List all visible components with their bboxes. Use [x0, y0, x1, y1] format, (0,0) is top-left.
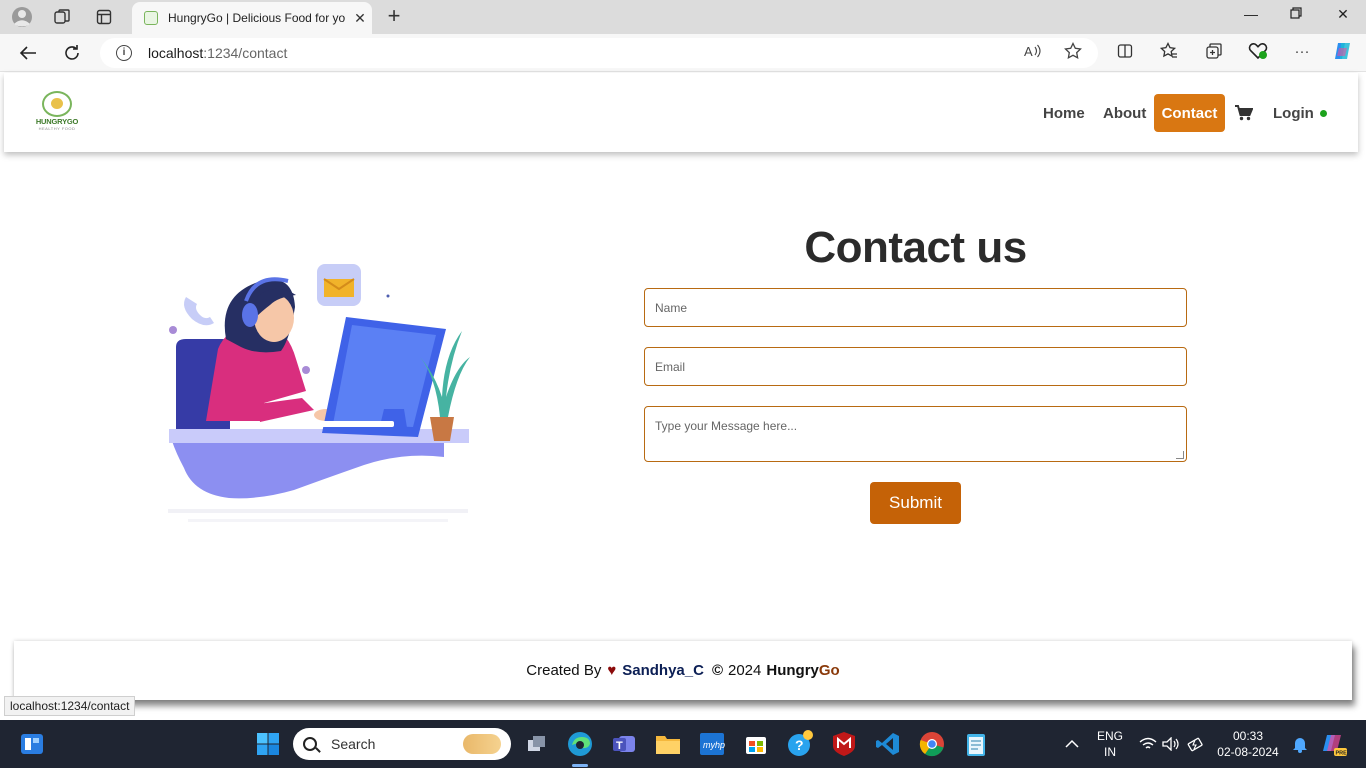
back-icon[interactable] — [16, 41, 40, 65]
svg-text:PRE: PRE — [1336, 751, 1348, 757]
copilot-preview-icon[interactable]: PRE — [1320, 730, 1348, 758]
nav-login-label: Login — [1273, 104, 1314, 122]
copilot-icon[interactable] — [1331, 39, 1355, 63]
split-screen-icon[interactable] — [1113, 39, 1137, 63]
site-header: HUNGRYGO HEALTHY FOOD Home About Contact… — [4, 73, 1358, 152]
svg-text:A: A — [1024, 44, 1033, 59]
message-textarea[interactable]: Type your Message here... — [644, 406, 1187, 462]
footer-brand-hungry: Hungry — [766, 662, 819, 679]
svg-text:?: ? — [795, 737, 804, 753]
read-aloud-icon[interactable]: A — [1021, 39, 1045, 63]
clock-date: 02-08-2024 — [1217, 745, 1279, 759]
favorite-star-icon[interactable] — [1061, 39, 1085, 63]
collections-icon[interactable] — [1202, 39, 1226, 63]
profile-icon[interactable] — [10, 5, 34, 29]
task-view-icon[interactable] — [523, 730, 551, 758]
nav-home[interactable]: Home — [1043, 94, 1085, 132]
favorites-icon[interactable] — [1157, 39, 1181, 63]
web-page: HUNGRYGO HEALTHY FOOD Home About Contact… — [0, 73, 1366, 718]
teams-icon[interactable]: T — [610, 730, 638, 758]
minimize-icon[interactable]: — — [1240, 6, 1262, 28]
file-explorer-icon[interactable] — [654, 730, 682, 758]
browser-toolbar: i localhost:1234/contact A ··· — [0, 34, 1366, 72]
nav-contact[interactable]: Contact — [1154, 94, 1225, 132]
tab-favicon-icon — [144, 11, 158, 25]
logo-text: HUNGRYGO — [35, 117, 79, 126]
customer-support-illustration — [168, 264, 470, 522]
browser-essentials-icon[interactable] — [1246, 39, 1270, 63]
footer-brand-go: Go — [818, 662, 840, 679]
logo-tagline: HEALTHY FOOD — [38, 126, 76, 131]
close-tab-icon[interactable]: ✕ — [348, 10, 372, 27]
submit-button[interactable]: Submit — [870, 482, 961, 524]
login-status-dot — [1319, 109, 1327, 117]
search-icon — [303, 737, 317, 751]
browser-tab-active[interactable]: HungryGo | Delicious Food for yo ✕ — [132, 2, 372, 34]
name-input[interactable]: Name — [644, 288, 1187, 327]
url-host: localhost — [148, 45, 204, 61]
lang-line2: IN — [1104, 745, 1116, 759]
footer-brand: HungryGo — [766, 662, 839, 679]
vertical-tabs-icon[interactable] — [92, 5, 116, 29]
nav-login[interactable]: Login — [1273, 94, 1327, 132]
search-placeholder: Search — [331, 736, 376, 752]
cart-icon[interactable] — [1235, 94, 1253, 132]
myhp-icon[interactable]: myhp — [698, 730, 726, 758]
logo-plate-icon — [42, 91, 72, 117]
heart-icon: ♥ — [607, 662, 617, 679]
tab-title: HungryGo | Delicious Food for yo — [168, 11, 346, 25]
lang-line1: ENG — [1096, 729, 1123, 743]
browser-tab-bar: HungryGo | Delicious Food for yo ✕ + — ✕ — [0, 0, 1366, 34]
nav-about[interactable]: About — [1103, 94, 1146, 132]
chrome-icon[interactable] — [918, 730, 946, 758]
workspaces-icon[interactable] — [50, 5, 74, 29]
resize-handle-icon[interactable] — [1176, 451, 1184, 459]
notepad-icon[interactable] — [962, 730, 990, 758]
close-window-icon[interactable]: ✕ — [1332, 6, 1354, 28]
copyright-icon: © — [711, 662, 723, 679]
svg-text:T: T — [616, 740, 623, 752]
edge-taskbar-icon[interactable] — [566, 730, 594, 758]
site-footer: Created By ♥ Sandhya_C © 2024 HungryGo — [14, 641, 1352, 700]
status-bar-url: localhost:1234/contact — [4, 696, 136, 716]
help-icon[interactable]: ? — [786, 730, 814, 758]
new-tab-icon[interactable]: + — [382, 5, 406, 29]
clock-time: 00:33 — [1232, 729, 1264, 743]
refresh-icon[interactable] — [60, 41, 84, 65]
footer-created-by: Created By — [526, 662, 602, 679]
footer-year: 2024 — [728, 662, 762, 679]
page-title: Contact us — [804, 223, 1027, 272]
taskbar-search[interactable]: Search — [293, 728, 511, 760]
more-options-icon[interactable]: ··· — [1290, 39, 1314, 63]
svg-text:myhp: myhp — [703, 740, 725, 750]
system-clock[interactable]: 00:33 02-08-2024 — [1212, 720, 1284, 768]
start-windows-icon[interactable] — [254, 730, 282, 758]
site-logo[interactable]: HUNGRYGO HEALTHY FOOD — [34, 91, 80, 131]
vscode-icon[interactable] — [874, 730, 902, 758]
widgets-icon[interactable] — [18, 730, 46, 758]
site-info-icon[interactable]: i — [116, 45, 132, 61]
volume-icon[interactable] — [1157, 730, 1185, 758]
windows-taskbar: Search T myhp ? ENG IN 00:33 02-08-2024 … — [0, 720, 1366, 768]
url-path: :1234/contact — [203, 45, 288, 61]
search-highlight-icon — [463, 734, 501, 754]
footer-author: Sandhya_C — [622, 662, 704, 679]
battery-icon[interactable] — [1182, 730, 1210, 758]
show-hidden-icons-icon[interactable] — [1058, 730, 1086, 758]
message-placeholder: Type your Message here... — [655, 419, 798, 433]
address-bar[interactable]: i localhost:1234/contact — [100, 38, 1098, 68]
email-input[interactable]: Email — [644, 347, 1187, 386]
mcafee-icon[interactable] — [830, 730, 858, 758]
microsoft-store-icon[interactable] — [742, 730, 770, 758]
edge-active-indicator — [572, 764, 588, 767]
restore-icon[interactable] — [1285, 6, 1307, 28]
input-language[interactable]: ENG IN — [1094, 720, 1126, 768]
notifications-bell-icon[interactable] — [1286, 730, 1314, 758]
